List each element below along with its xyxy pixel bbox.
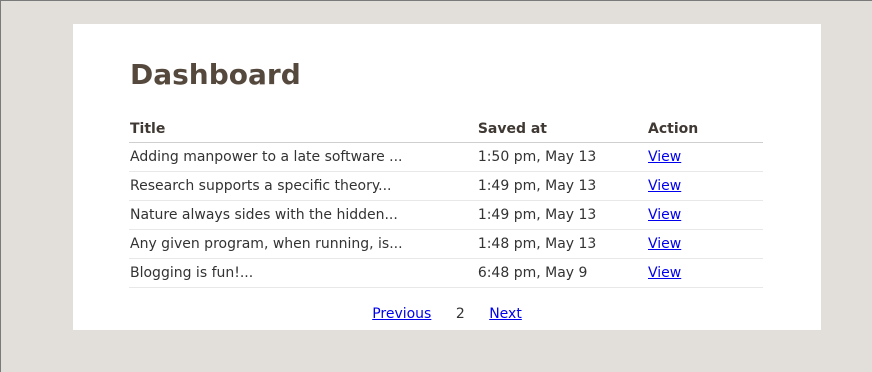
row-action-cell: View [647,142,763,172]
row-saved-at: 1:49 pm, May 13 [476,200,647,230]
next-page-link[interactable]: Next [489,306,522,322]
row-saved-at: 1:49 pm, May 13 [476,171,647,201]
column-header-saved-at: Saved at [476,116,647,143]
view-link[interactable]: View [648,236,681,252]
page-title: Dashboard [130,58,301,91]
view-link[interactable]: View [648,149,681,165]
row-saved-at: 6:48 pm, May 9 [476,258,647,288]
row-action-cell: View [647,171,763,201]
row-action-cell: View [647,229,763,259]
row-title: Research supports a specific theory... [129,171,477,201]
table-row: Any given program, when running, is... 1… [129,229,763,259]
row-title: Nature always sides with the hidden... [129,200,477,230]
row-saved-at: 1:50 pm, May 13 [476,142,647,172]
row-action-cell: View [647,258,763,288]
view-link[interactable]: View [648,178,681,194]
previous-page-link[interactable]: Previous [372,306,431,322]
table-row: Nature always sides with the hidden... 1… [129,200,763,230]
column-header-action: Action [647,116,763,143]
pagination: Previous 2 Next [73,306,821,322]
window-left-border [0,0,1,372]
row-title: Any given program, when running, is... [129,229,477,259]
saved-items-table: Title Saved at Action Adding manpower to… [129,116,763,288]
window-top-border [0,0,872,1]
view-link[interactable]: View [648,265,681,281]
table-row: Adding manpower to a late software ... 1… [129,142,763,172]
table-row: Blogging is fun!... 6:48 pm, May 9 View [129,258,763,288]
dashboard-panel: Dashboard Title Saved at Action Adding m… [73,24,821,330]
table-row: Research supports a specific theory... 1… [129,171,763,201]
table-header-row: Title Saved at Action [129,116,763,143]
view-link[interactable]: View [648,207,681,223]
row-title: Adding manpower to a late software ... [129,142,477,172]
column-header-title: Title [129,116,477,143]
row-title: Blogging is fun!... [129,258,477,288]
row-action-cell: View [647,200,763,230]
row-saved-at: 1:48 pm, May 13 [476,229,647,259]
current-page-number: 2 [455,306,465,322]
